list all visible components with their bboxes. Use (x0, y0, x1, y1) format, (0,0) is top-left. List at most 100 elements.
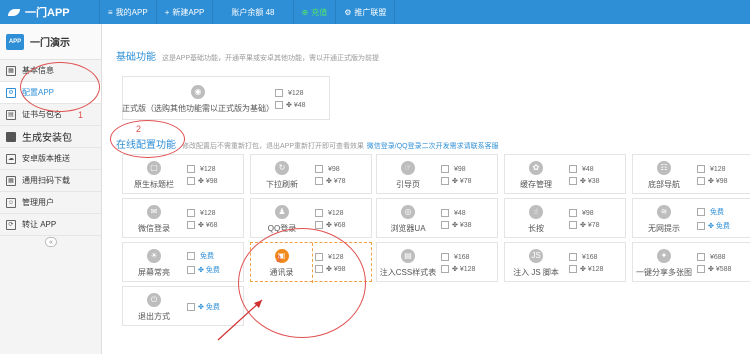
annotation-circle-1 (20, 62, 100, 112)
menu-icon: ≡ (108, 7, 113, 17)
feature-card: ☀ 屏幕常亮 免费 ✤ 免费 (122, 242, 244, 282)
feature-icon: ◎ (401, 204, 415, 219)
ios-checkbox[interactable] (187, 252, 195, 260)
android-icon: ✤ (708, 223, 714, 230)
sidebar-item-build-package[interactable]: 生成安装包 (0, 126, 101, 148)
nav-recharge[interactable]: ⊕ 充值 (294, 0, 337, 24)
feature-name: 一键分享多张图 (636, 267, 692, 277)
feature-card: ✦ 一键分享多张图 ¥688 ✤ ¥588 (632, 242, 750, 282)
ios-checkbox[interactable] (275, 89, 283, 97)
feature-icon: ▢ (147, 160, 161, 175)
cloud-icon: ☁ (6, 153, 16, 164)
ios-checkbox[interactable] (441, 165, 449, 173)
ios-checkbox[interactable] (697, 165, 705, 173)
collapse-sidebar-button[interactable]: « (45, 237, 57, 247)
nav-account-balance[interactable]: 账户余额 48 (213, 0, 294, 24)
feature-name: 屏幕常亮 (138, 267, 170, 277)
feature-icon: ☷ (657, 160, 671, 175)
sidebar-item-manage-users[interactable]: ☺ 管理用户 (0, 192, 101, 214)
android-checkbox[interactable] (275, 101, 283, 109)
android-icon: ✤ (580, 266, 586, 273)
info-icon: ▦ (6, 65, 16, 76)
feature-name: 原生标题栏 (134, 179, 174, 189)
android-checkbox[interactable] (187, 177, 195, 185)
feature-icon: ≋ (657, 204, 671, 219)
feature-name: 注入 JS 脚本 (513, 267, 559, 277)
android-checkbox[interactable] (441, 221, 449, 229)
annotation-arrow (217, 299, 263, 341)
feature-name: 下拉刷新 (266, 179, 298, 189)
transfer-icon: ⟳ (6, 219, 16, 230)
leaf-icon (8, 8, 20, 16)
android-checkbox[interactable] (187, 303, 195, 311)
feature-card: ◎ 浏览器UA ¥48 ✤ ¥38 (376, 198, 498, 238)
chevron-left-icon: « (49, 238, 53, 246)
ios-checkbox[interactable] (697, 208, 705, 216)
ios-checkbox[interactable] (569, 165, 577, 173)
contact-support-link[interactable]: 微信登录/QQ登录二次开发需求请联系客服 (367, 143, 499, 150)
ios-checkbox[interactable] (187, 165, 195, 173)
feature-card: ▢ 原生标题栏 ¥128 ✤ ¥98 (122, 154, 244, 194)
feature-name: 引导页 (396, 179, 420, 189)
ios-checkbox[interactable] (697, 253, 705, 261)
feature-icon: ✿ (529, 160, 543, 175)
user-icon: ☺ (6, 197, 16, 208)
feature-card: ✉ 微信登录 ¥128 ✤ ¥68 (122, 198, 244, 238)
feature-icon: ↻ (275, 160, 289, 175)
nav-new-app[interactable]: + 新建APP (157, 0, 214, 24)
feature-name: 底部导航 (648, 179, 680, 189)
ios-checkbox[interactable] (441, 253, 449, 261)
ios-checkbox[interactable] (569, 209, 577, 217)
sidebar-item-transfer-app[interactable]: ⟳ 转让 APP (0, 214, 101, 236)
package-icon (6, 131, 16, 142)
feature-card: JS 注入 JS 脚本 ¥168 ✤ ¥128 (504, 242, 626, 282)
basic-section-title: 基础功能 这是APP基础功能，开通苹果或安卓其他功能，需以开通正式版为前提 (116, 52, 380, 63)
android-checkbox[interactable] (569, 221, 577, 229)
feature-card: ▤ 注入CSS样式表 ¥168 ✤ ¥128 (376, 242, 498, 282)
feature-card: ↻ 下拉刷新 ¥98 ✤ ¥78 (250, 154, 372, 194)
nav-affiliate[interactable]: ⚙ 推广联盟 (336, 0, 396, 24)
android-checkbox[interactable] (569, 265, 577, 273)
feature-name: 无网提示 (648, 223, 680, 233)
android-icon: ✤ (452, 222, 458, 229)
android-icon: ✤ (708, 266, 714, 273)
sidebar-item-qr-download[interactable]: ▦ 通用扫码下载 (0, 170, 101, 192)
main-content: 基础功能 这是APP基础功能，开通苹果或安卓其他功能，需以开通正式版为前提 ◉ 正… (20, 24, 750, 354)
basic-section-desc: 这是APP基础功能，开通苹果或安卓其他功能，需以开通正式版为前提 (162, 55, 380, 62)
android-icon: ✤ (580, 222, 586, 229)
app-header: APP 一门演示 (0, 24, 101, 60)
android-icon: ✤ (452, 178, 458, 185)
feature-icon: ☀ (147, 248, 161, 263)
android-checkbox[interactable] (187, 266, 195, 274)
android-checkbox[interactable] (441, 265, 449, 273)
android-icon: ✤ (452, 266, 458, 273)
android-checkbox[interactable] (697, 177, 705, 185)
gear-icon: ⚙ (6, 87, 16, 98)
sidebar-item-android-push[interactable]: ☁ 安卓版本推送 (0, 148, 101, 170)
brand-logo[interactable]: 一门APP (0, 0, 100, 24)
gear-icon: ⚙ (344, 7, 352, 17)
android-checkbox[interactable] (187, 221, 195, 229)
feature-icon: ⏻ (147, 292, 161, 307)
ios-checkbox[interactable] (441, 209, 449, 217)
feature-name: 缓存管理 (520, 179, 552, 189)
ios-checkbox[interactable] (315, 165, 323, 173)
feature-card: ≋ 无网提示 免费 ✤ 免费 (632, 198, 750, 238)
android-icon: ✤ (198, 222, 204, 229)
top-navigation-bar: 一门APP ≡ 我的APP + 新建APP 账户余额 48 ⊕ 充值 ⚙ 推广联盟 (0, 0, 750, 24)
android-checkbox[interactable] (441, 177, 449, 185)
android-icon: ✤ (198, 178, 204, 185)
android-checkbox[interactable] (315, 177, 323, 185)
feature-name: 长按 (528, 223, 544, 233)
android-checkbox[interactable] (697, 265, 705, 273)
nav-my-app[interactable]: ≡ 我的APP (100, 0, 157, 24)
android-checkbox[interactable] (315, 221, 323, 229)
feature-icon: ☝ (529, 204, 543, 219)
feature-icon: ✦ (657, 248, 671, 263)
feature-card: ✿ 缓存管理 ¥48 ✤ ¥38 (504, 154, 626, 194)
ios-checkbox[interactable] (187, 209, 195, 217)
android-checkbox[interactable] (697, 222, 705, 230)
ios-checkbox[interactable] (315, 209, 323, 217)
android-checkbox[interactable] (569, 177, 577, 185)
ios-checkbox[interactable] (569, 253, 577, 261)
